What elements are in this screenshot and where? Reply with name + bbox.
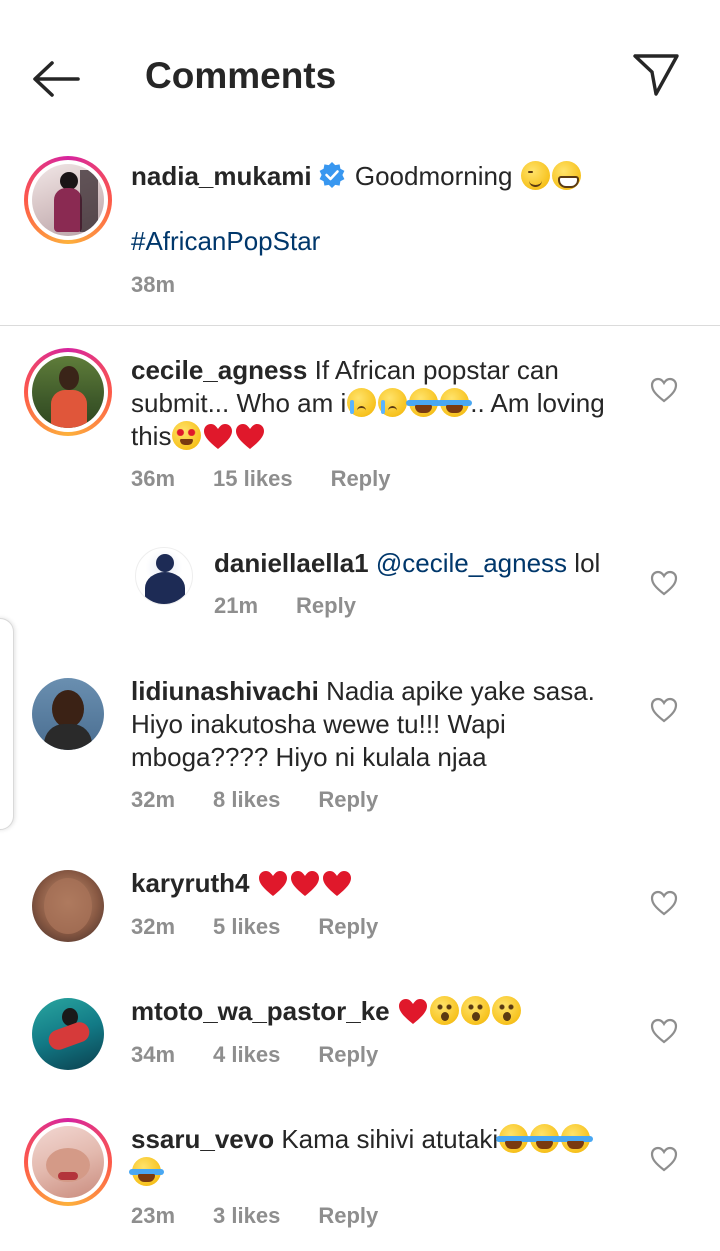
avatar-daniellaella1[interactable] <box>135 547 193 605</box>
send-icon[interactable] <box>630 50 682 100</box>
comment-time: 34m <box>131 1042 176 1067</box>
reply-button[interactable]: Reply <box>318 914 378 939</box>
comment-text: mtoto_wa_pastor_ke <box>131 995 621 1028</box>
red-heart-emoji-icon <box>258 871 287 896</box>
crying-face-emoji-icon <box>347 388 377 417</box>
caption-hashtag[interactable]: #AfricanPopStar <box>131 225 691 258</box>
comment-meta: 23m 3 likes Reply <box>131 1203 416 1229</box>
comment-time: 21m <box>214 593 259 618</box>
comment-time: 32m <box>131 787 176 812</box>
page-title: Comments <box>145 55 337 96</box>
crying-face-emoji-icon <box>378 388 408 417</box>
comment-likes[interactable]: 8 likes <box>213 787 280 812</box>
post-caption: nadia_mukami Goodmorning #AfricanPopStar… <box>0 150 720 326</box>
comment-username[interactable]: cecile_agness <box>131 355 307 385</box>
avatar-cecile-agness[interactable] <box>24 348 112 436</box>
tears-of-joy-emoji-icon <box>558 1124 594 1153</box>
reply-text: daniellaella1 @cecile_agness lol <box>214 548 601 578</box>
comment-item: karyruth4 32m 5 likes Reply <box>0 866 720 946</box>
like-heart-icon[interactable] <box>650 890 678 916</box>
comment-username[interactable]: karyruth4 <box>131 868 250 898</box>
avatar-nadia-mukami[interactable] <box>24 156 112 244</box>
avatar-karyruth4[interactable] <box>32 870 104 942</box>
reply-button[interactable]: Reply <box>296 593 356 618</box>
edge-panel-handle[interactable] <box>0 618 14 830</box>
avatar-ssaru-vevo[interactable] <box>24 1118 112 1206</box>
like-heart-icon[interactable] <box>650 1146 678 1172</box>
caption-time: 38m <box>131 272 176 297</box>
comment-meta: 32m 5 likes Reply <box>131 914 416 940</box>
surprised-face-emoji-icon <box>491 996 521 1025</box>
comment-username[interactable]: ssaru_vevo <box>131 1124 274 1154</box>
avatar-mtoto-wa-pastor-ke[interactable] <box>32 998 104 1070</box>
verified-badge-icon <box>319 162 345 188</box>
comment-likes[interactable]: 5 likes <box>213 914 280 939</box>
comment-item: ssaru_vevo Kama sihivi atutaki 23m 3 like… <box>0 1118 720 1238</box>
comment-item: mtoto_wa_pastor_ke 34m 4 likes Reply <box>0 994 720 1074</box>
tears-of-joy-emoji-icon <box>437 388 473 417</box>
comment-item: lidiunashivachi Nadia apike yake sasa. H… <box>0 674 720 824</box>
comment-text: karyruth4 <box>131 867 621 900</box>
red-heart-emoji-icon <box>236 424 265 449</box>
comment-time: 36m <box>131 466 176 491</box>
comment-username[interactable]: lidiunashivachi <box>131 676 319 706</box>
comment-username[interactable]: mtoto_wa_pastor_ke <box>131 996 390 1026</box>
avatar-lidiunashivachi[interactable] <box>32 678 104 750</box>
tears-of-joy-emoji-icon <box>406 388 442 417</box>
like-heart-icon[interactable] <box>650 1018 678 1044</box>
caption-text: nadia_mukami Goodmorning #AfricanPopStar <box>131 160 691 258</box>
reply-button[interactable]: Reply <box>318 1042 378 1067</box>
tears-of-joy-emoji-icon <box>129 1157 164 1186</box>
like-heart-icon[interactable] <box>650 570 678 596</box>
reply-button[interactable]: Reply <box>318 1203 378 1228</box>
comment-username[interactable]: daniellaella1 <box>214 548 369 578</box>
caption-message: Goodmorning <box>354 161 513 191</box>
comment-likes[interactable]: 4 likes <box>213 1042 280 1067</box>
like-heart-icon[interactable] <box>650 697 678 723</box>
mention-link[interactable]: @cecile_agness <box>376 548 567 578</box>
reply-button[interactable]: Reply <box>331 466 391 491</box>
comment-time: 23m <box>131 1203 176 1228</box>
grinning-face-emoji-icon <box>551 161 581 190</box>
surprised-face-emoji-icon <box>429 996 459 1025</box>
tears-of-joy-emoji-icon <box>496 1124 532 1153</box>
reply-button[interactable]: Reply <box>318 787 378 812</box>
comment-text: ssaru_vevo Kama sihivi atutaki <box>129 1123 621 1189</box>
red-heart-emoji-icon <box>290 871 319 896</box>
surprised-face-emoji-icon <box>460 996 490 1025</box>
tears-of-joy-emoji-icon <box>527 1124 563 1153</box>
comment-likes[interactable]: 3 likes <box>213 1203 280 1228</box>
caption-username[interactable]: nadia_mukami <box>131 161 312 191</box>
comment-time: 32m <box>131 914 176 939</box>
comment-meta: 34m 4 likes Reply <box>131 1042 416 1068</box>
like-heart-icon[interactable] <box>650 377 678 403</box>
comment-meta: 21m Reply <box>214 593 394 619</box>
back-arrow-icon[interactable] <box>30 57 82 101</box>
reply-item: daniellaella1 @cecile_agness lol 21m Repl… <box>0 545 720 625</box>
winking-face-emoji-icon <box>520 161 550 190</box>
comment-text: lidiunashivachi Nadia apike yake sasa. H… <box>131 676 595 772</box>
red-heart-emoji-icon <box>398 999 427 1024</box>
red-heart-emoji-icon <box>204 424 233 449</box>
red-heart-emoji-icon <box>322 871 351 896</box>
comment-likes[interactable]: 15 likes <box>213 466 293 491</box>
heart-eyes-emoji-icon <box>172 421 202 450</box>
top-bar: Comments <box>0 0 720 150</box>
comment-meta: 32m 8 likes Reply <box>131 787 416 813</box>
comment-meta: 36m 15 likes Reply <box>131 466 428 492</box>
comment-text: cecile_agness If African popstar can sub… <box>131 355 605 451</box>
comment-item: cecile_agness If African popstar can sub… <box>0 348 720 508</box>
